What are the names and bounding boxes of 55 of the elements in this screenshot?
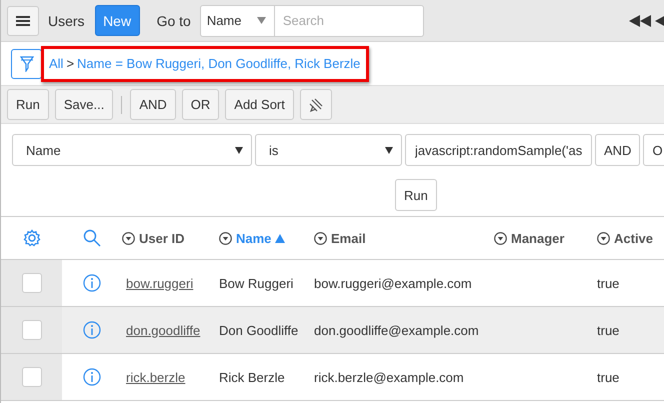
toolbar-button[interactable]: AND: [130, 89, 176, 120]
menu-icon: [16, 14, 30, 26]
toolbar-button[interactable]: OR: [182, 89, 220, 120]
user-id-link[interactable]: don.goodliffe: [126, 322, 200, 338]
column-header[interactable]: User ID: [139, 230, 185, 246]
table-cell: rick.berzle@example.com: [314, 370, 464, 384]
condition-select[interactable]: is: [255, 134, 402, 166]
column-menu-icon[interactable]: [494, 232, 507, 244]
user-id-link[interactable]: bow.ruggeri: [126, 276, 194, 290]
row-checkbox[interactable]: [22, 367, 42, 387]
condition-select[interactable]: Name: [12, 134, 252, 166]
clear-button[interactable]: [300, 89, 332, 120]
column-header[interactable]: Manager: [511, 230, 564, 246]
column-menu-icon[interactable]: [314, 232, 327, 244]
table-cell: true: [597, 370, 620, 384]
table-cell: true: [597, 322, 620, 338]
column-menu-icon[interactable]: [219, 232, 232, 244]
toolbar-button[interactable]: Save...: [54, 89, 114, 120]
user-id-link[interactable]: rick.berzle: [126, 370, 186, 384]
column-menu-icon[interactable]: [597, 232, 610, 244]
search-field[interactable]: Search: [274, 4, 424, 36]
search-icon[interactable]: [83, 229, 101, 247]
dropdown-caret-icon: [256, 17, 266, 24]
condition-value-field[interactable]: javascript:randomSample('as: [405, 134, 592, 166]
info-icon[interactable]: [83, 274, 101, 292]
table-cell: Bow Ruggeri: [219, 276, 294, 290]
info-icon[interactable]: [83, 321, 101, 339]
column-menu-icon[interactable]: [122, 232, 135, 244]
breadcrumb-separator: >: [66, 56, 74, 71]
table-cell: Rick Berzle: [219, 370, 285, 384]
row-checkbox[interactable]: [22, 273, 42, 293]
toolbar-button[interactable]: Add Sort: [225, 89, 294, 120]
page-title: Users: [48, 12, 85, 28]
table-cell: true: [597, 276, 620, 290]
table-cell: Don Goodliffe: [219, 322, 298, 338]
first-page-icon[interactable]: [629, 14, 651, 26]
goto-label: Go to: [156, 12, 191, 28]
gear-icon[interactable]: [22, 229, 40, 247]
row-checkbox[interactable]: [22, 320, 42, 340]
field-select[interactable]: Name: [200, 4, 275, 36]
run-button[interactable]: Run: [395, 179, 437, 211]
column-header[interactable]: Email: [331, 230, 366, 246]
menu-button[interactable]: [7, 6, 39, 36]
dropdown-caret-icon: [235, 146, 243, 154]
table-cell: bow.ruggeri@example.com: [314, 276, 472, 290]
column-header[interactable]: Active: [614, 230, 654, 246]
condition-button[interactable]: AND: [595, 134, 640, 166]
funnel-icon: [20, 56, 34, 72]
condition-button[interactable]: O: [643, 134, 664, 166]
previous-page-icon[interactable]: [655, 14, 664, 26]
toolbar-button[interactable]: Run: [7, 89, 49, 120]
info-icon[interactable]: [83, 368, 101, 386]
table-cell: don.goodliffe@example.com: [314, 322, 479, 338]
filter-toggle-button[interactable]: [11, 48, 42, 78]
dropdown-caret-icon: [385, 146, 393, 154]
